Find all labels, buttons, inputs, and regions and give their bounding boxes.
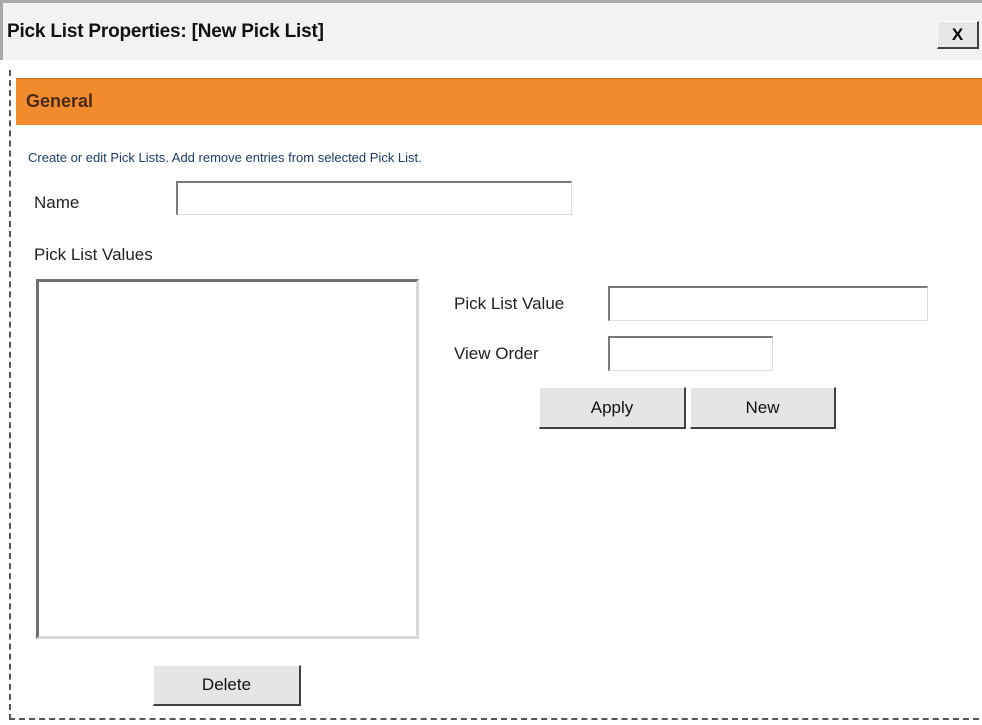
- dialog-title-bar: Pick List Properties: [New Pick List] X: [0, 0, 982, 60]
- view-order-field[interactable]: [608, 336, 773, 371]
- apply-button[interactable]: Apply: [539, 387, 686, 429]
- pick-list-value-field[interactable]: [608, 286, 928, 321]
- name-field[interactable]: [176, 181, 572, 215]
- section-description: Create or edit Pick Lists. Add remove en…: [28, 150, 422, 165]
- view-order-label: View Order: [454, 344, 539, 363]
- name-label: Name: [34, 193, 80, 212]
- dialog-title: Pick List Properties: [New Pick List]: [7, 21, 324, 42]
- section-title: General: [26, 91, 94, 111]
- section-header-general: General: [16, 78, 982, 125]
- new-button[interactable]: New: [690, 387, 836, 429]
- pick-list-value-label: Pick List Value: [454, 294, 565, 313]
- pick-list-values-label: Pick List Values: [34, 245, 153, 264]
- delete-button[interactable]: Delete: [153, 665, 301, 706]
- pick-list-values-listbox[interactable]: [36, 279, 419, 639]
- close-button[interactable]: X: [937, 21, 979, 49]
